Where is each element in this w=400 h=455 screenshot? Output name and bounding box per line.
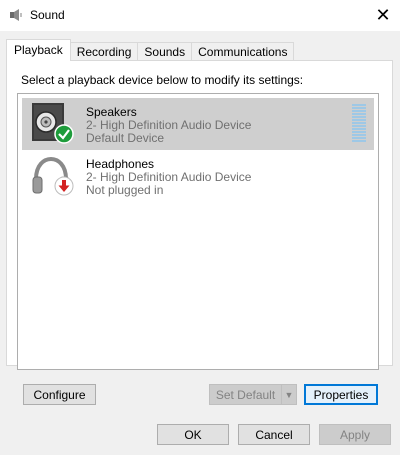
device-headphones[interactable]: Headphones 2- High Definition Audio Devi…: [22, 150, 374, 202]
device-speakers[interactable]: Speakers 2- High Definition Audio Device…: [22, 98, 374, 150]
close-button[interactable]: ✕: [366, 0, 400, 30]
tab-playback[interactable]: Playback: [6, 39, 71, 61]
device-status: Not plugged in: [86, 183, 164, 197]
chevron-down-icon: ▼: [284, 389, 294, 400]
apply-button[interactable]: Apply: [319, 424, 391, 445]
tab-recording[interactable]: Recording: [69, 42, 139, 61]
cancel-button[interactable]: Cancel: [238, 424, 310, 445]
device-description: 2- High Definition Audio Device: [86, 118, 252, 132]
red-down-arrow-icon: [54, 176, 74, 196]
set-default-button[interactable]: Set Default: [209, 384, 282, 405]
title-bar: Sound ✕: [0, 0, 400, 31]
tab-strip: Playback Recording Sounds Communications: [6, 39, 295, 61]
sound-app-icon: [10, 9, 22, 21]
set-default-dropdown[interactable]: ▼: [281, 384, 297, 405]
green-check-icon: [54, 124, 74, 144]
configure-button[interactable]: Configure: [23, 384, 96, 405]
tab-communications[interactable]: Communications: [191, 42, 295, 61]
close-icon: ✕: [375, 4, 391, 25]
device-description: 2- High Definition Audio Device: [86, 170, 252, 184]
ok-button[interactable]: OK: [157, 424, 229, 445]
tab-sounds[interactable]: Sounds: [137, 42, 193, 61]
device-name: Speakers: [86, 105, 137, 119]
instructions-text: Select a playback device below to modify…: [21, 73, 304, 87]
device-status: Default Device: [86, 131, 165, 145]
properties-button[interactable]: Properties: [304, 384, 378, 405]
window-title: Sound: [30, 8, 65, 22]
volume-level-meter: [352, 104, 366, 144]
device-list[interactable]: Speakers 2- High Definition Audio Device…: [17, 93, 379, 370]
device-name: Headphones: [86, 157, 155, 171]
